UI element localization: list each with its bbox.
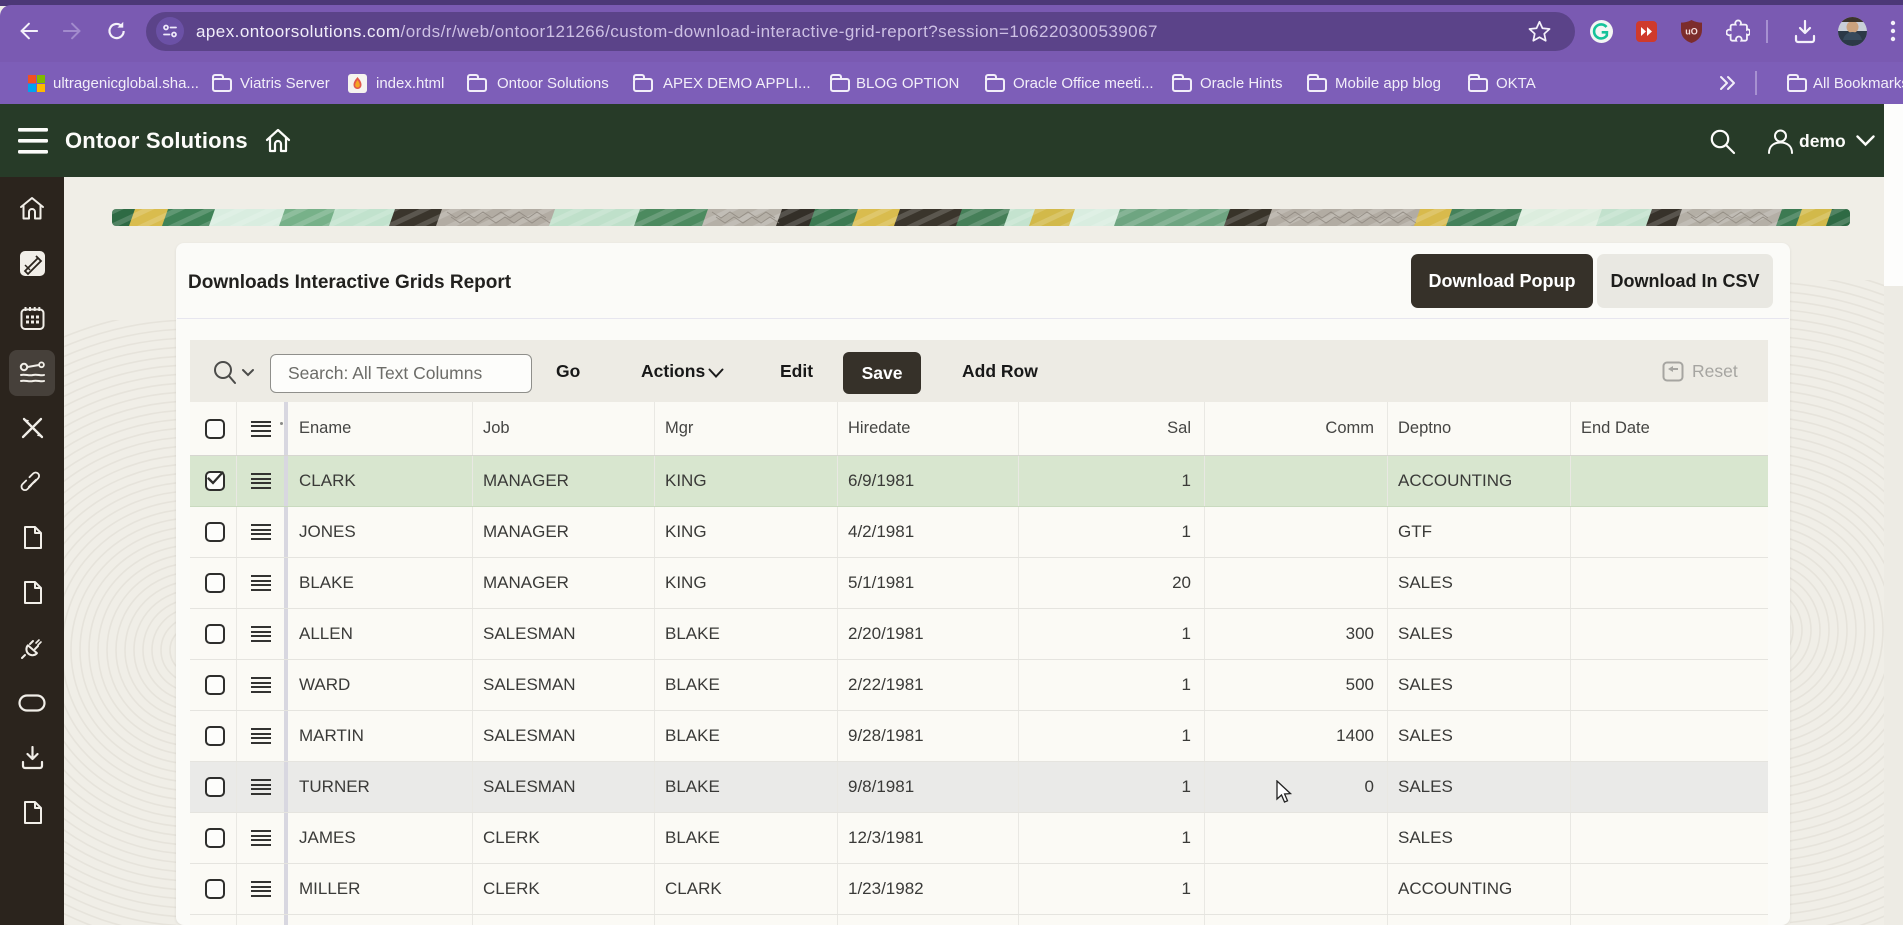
svg-text:uO: uO — [1685, 27, 1698, 37]
